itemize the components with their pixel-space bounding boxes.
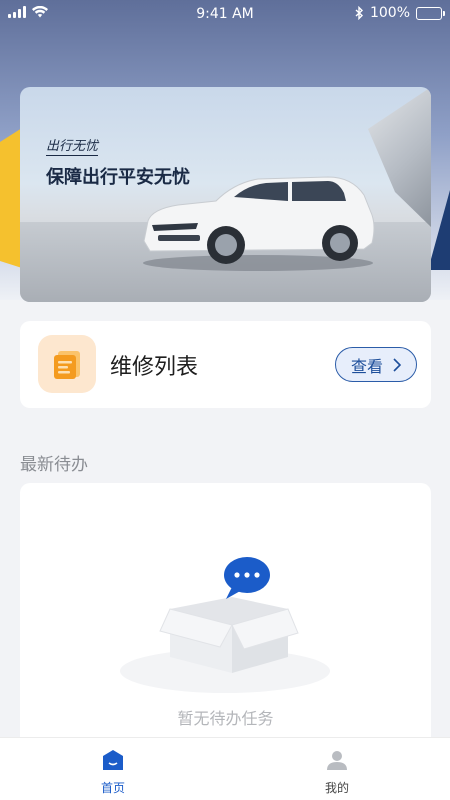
chat-bubble-icon [224,557,270,599]
status-bar: 9:41 AM 100% [0,0,450,28]
battery-percent: 100% [369,5,410,21]
battery-icon [416,6,445,20]
decor-yellow-stripe [0,128,22,268]
chevron-right-icon [393,357,401,372]
tab-home-label: 首页 [100,781,125,795]
tab-bar: 首页 我的 [0,737,450,800]
tab-mine-label: 我的 [324,781,349,795]
tab-home[interactable]: 首页 [83,748,143,796]
document-icon [38,335,96,393]
promo-banner[interactable]: 出行无忧 保障出行平安无忧 [20,87,431,302]
tab-mine[interactable]: 我的 [307,748,367,796]
todo-card: 暂无待办任务 [20,483,431,763]
todo-section-title: 最新待办 [20,455,88,475]
empty-box-illustration [120,557,330,693]
user-icon [327,751,347,770]
view-button[interactable]: 查看 [335,347,417,382]
repair-list-card[interactable]: 维修列表 查看 [20,321,431,408]
view-button-label: 查看 [350,356,383,376]
home-icon [103,750,123,770]
empty-state-text: 暂无待办任务 [177,709,274,728]
bluetooth-icon [355,6,363,20]
car-image [143,176,375,271]
repair-list-title: 维修列表 [110,355,199,380]
banner-subtitle: 出行无忧 [46,135,99,156]
